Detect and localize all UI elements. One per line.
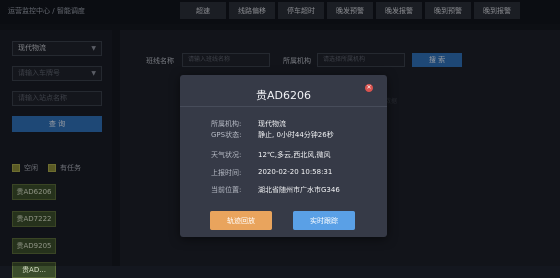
modal-title: 贵AD6206 <box>256 89 311 102</box>
close-icon[interactable]: ✕ <box>365 84 373 92</box>
info-label: 上报时间: <box>211 169 242 177</box>
live-tracking-button[interactable]: 实时跟踪 <box>293 211 355 230</box>
info-row-location: 当前位置: 湖北省随州市广水市G346 <box>211 185 340 195</box>
vehicle-info-modal: 贵AD6206 ✕ 所属机构: 现代物流 GPS状态: 静止, 0小时44分钟2… <box>180 75 387 237</box>
info-label: 天气状况: <box>211 151 242 159</box>
info-value: 湖北省随州市广水市G346 <box>258 186 340 194</box>
info-row-gps: GPS状态: 静止, 0小时44分钟26秒 <box>211 130 334 140</box>
info-value: 2020-02-20 10:58:31 <box>258 168 333 176</box>
info-value: 静止, 0小时44分钟26秒 <box>258 131 334 139</box>
info-row-report-time: 上报时间: 2020-02-20 10:58:31 <box>211 168 332 178</box>
info-label: GPS状态: <box>211 131 242 139</box>
track-playback-button[interactable]: 轨迹回放 <box>210 211 272 230</box>
info-label: 当前位置: <box>211 186 242 194</box>
info-value: 12℃,多云,西北风,微风 <box>258 151 331 159</box>
info-label: 所属机构: <box>211 120 242 128</box>
info-row-weather: 天气状况: 12℃,多云,西北风,微风 <box>211 150 330 160</box>
divider <box>180 106 387 107</box>
info-row-org: 所属机构: 现代物流 <box>211 119 286 129</box>
info-value: 现代物流 <box>258 120 286 128</box>
